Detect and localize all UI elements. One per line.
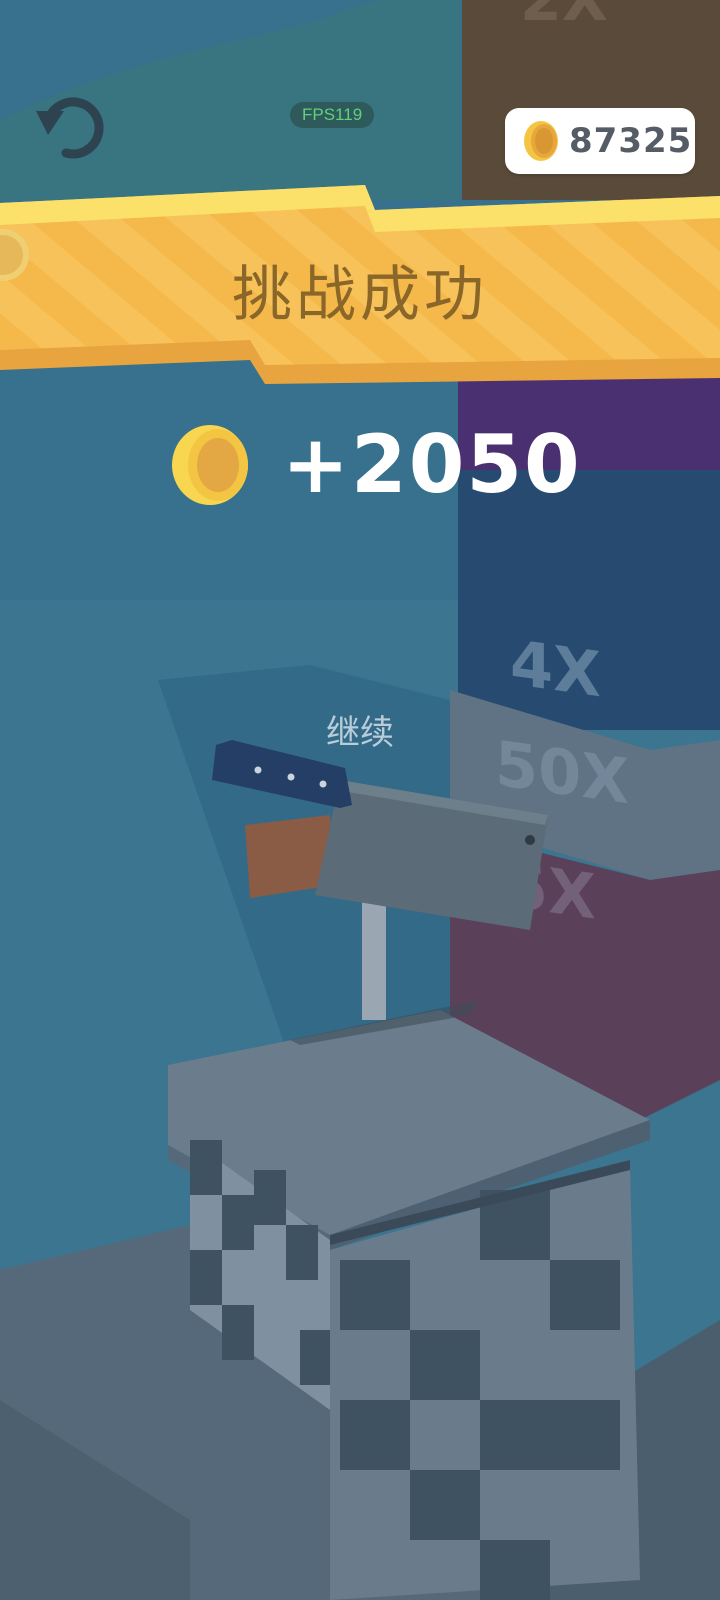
reward-amount: +2050 bbox=[282, 418, 582, 511]
game-scene: 2X 4X 50X 5X bbox=[0, 0, 720, 1600]
fps-counter: FPS119 bbox=[290, 102, 375, 128]
continue-button[interactable]: 继续 bbox=[310, 708, 410, 758]
tower-label-2x: 2X bbox=[520, 0, 608, 35]
tower-label-4x: 4X bbox=[510, 626, 601, 711]
result-title: 挑战成功 bbox=[232, 260, 488, 330]
reward-amount-row: +2050 bbox=[170, 420, 580, 510]
coin-balance: 87325 bbox=[505, 108, 695, 174]
coin-icon bbox=[524, 121, 558, 161]
undo-icon bbox=[36, 97, 104, 159]
undo-button[interactable] bbox=[30, 95, 116, 171]
coin-count: 87325 bbox=[569, 121, 693, 161]
coin-icon bbox=[172, 425, 248, 505]
